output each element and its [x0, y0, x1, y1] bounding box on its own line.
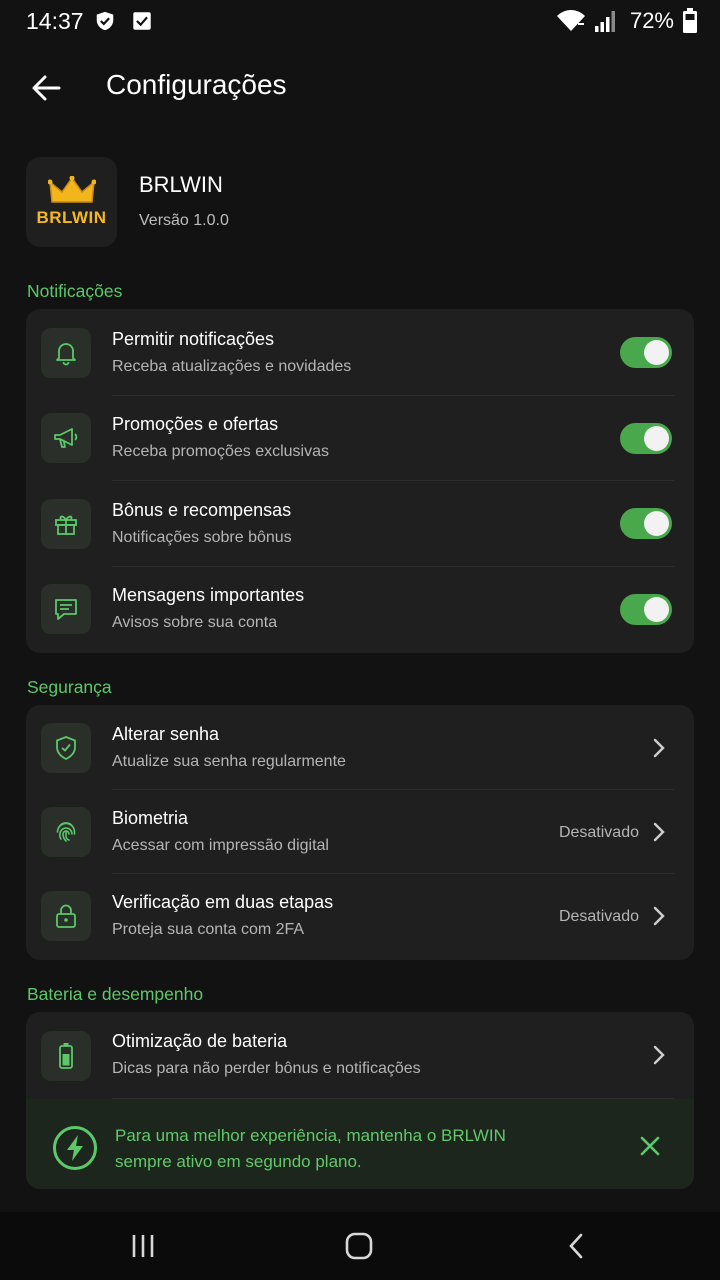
battery-card: Otimização de bateria Dicas para não per…	[26, 1012, 694, 1189]
shield-icon	[41, 723, 91, 773]
security-card: Alterar senha Atualize sua senha regular…	[26, 705, 694, 960]
chevron-right-icon	[650, 1043, 668, 1067]
chevron-right-icon	[650, 904, 668, 928]
section-notifications-label: Notificações	[27, 281, 123, 301]
background-tip-banner: Para uma melhor experiência, mantenha o …	[26, 1099, 694, 1189]
row-title: Bônus e recompensas	[112, 500, 292, 520]
row-title: Biometria	[112, 808, 189, 828]
allow-notifications-toggle[interactable]	[620, 337, 672, 368]
notification-row-messages[interactable]: Mensagens importantes Avisos sobre sua c…	[26, 566, 694, 652]
biometrics-status: Desativado	[558, 824, 639, 841]
row-subtitle: Proteja sua conta com 2FA	[112, 921, 305, 938]
toggle-knob	[644, 426, 669, 451]
crown-icon	[47, 176, 96, 203]
toggle-knob	[644, 340, 669, 365]
row-subtitle: Notificações sobre bônus	[112, 529, 292, 546]
close-icon[interactable]	[639, 1135, 661, 1157]
security-row-biometrics[interactable]: Biometria Acessar com impressão digital …	[26, 789, 694, 873]
row-title: Verificação em duas etapas	[112, 892, 334, 912]
back-button[interactable]	[26, 68, 66, 108]
page-title: Configurações	[106, 69, 287, 100]
notification-row-bonus[interactable]: Bônus e recompensas Notificações sobre b…	[26, 480, 694, 566]
arrow-left-icon	[32, 75, 61, 101]
battery-icon	[683, 8, 697, 33]
row-title: Mensagens importantes	[112, 585, 305, 605]
recents-button[interactable]	[123, 1230, 163, 1262]
toggle-knob	[644, 511, 669, 536]
app-version: Versão 1.0.0	[139, 212, 229, 229]
nav-back-button[interactable]	[556, 1230, 596, 1262]
promotions-toggle[interactable]	[620, 423, 672, 454]
row-subtitle: Acessar com impressão digital	[112, 837, 329, 854]
bell-icon	[41, 328, 91, 378]
row-subtitle: Receba atualizações e novidades	[112, 358, 352, 375]
toggle-knob	[644, 597, 669, 622]
notification-row-promotions[interactable]: Promoções e ofertas Receba promoções exc…	[26, 395, 694, 481]
recents-icon	[132, 1235, 154, 1257]
security-row-change-password[interactable]: Alterar senha Atualize sua senha regular…	[26, 705, 694, 789]
row-title: Permitir notificações	[112, 329, 275, 349]
lightning-icon	[53, 1126, 97, 1170]
fingerprint-icon	[41, 807, 91, 857]
checkbox-icon	[133, 12, 151, 30]
row-subtitle: Atualize sua senha regularmente	[112, 753, 346, 770]
lock-icon	[41, 891, 91, 941]
row-subtitle: Receba promoções exclusivas	[112, 443, 329, 460]
battery-percent: 72%	[629, 8, 674, 33]
signal-icon	[594, 11, 615, 32]
home-button[interactable]	[339, 1230, 379, 1262]
app-name: BRLWIN	[139, 172, 223, 197]
message-icon	[41, 584, 91, 634]
messages-toggle[interactable]	[620, 594, 672, 625]
top-app-bar: Configurações	[0, 56, 720, 120]
row-title: Promoções e ofertas	[112, 414, 279, 434]
row-title: Alterar senha	[112, 724, 220, 744]
tip-text: Para uma melhor experiência, mantenha o …	[115, 1126, 506, 1171]
row-title: Otimização de bateria	[112, 1031, 288, 1051]
two-factor-status: Desativado	[558, 908, 639, 925]
battery-icon	[41, 1031, 91, 1081]
shield-check-icon	[96, 11, 114, 31]
row-subtitle: Dicas para não perder bônus e notificaçõ…	[112, 1060, 421, 1077]
section-security-label: Segurança	[27, 677, 112, 697]
wifi-icon	[556, 10, 585, 31]
chevron-right-icon	[650, 820, 668, 844]
megaphone-icon	[41, 413, 91, 463]
logo-text: BRLWIN	[36, 208, 107, 227]
battery-row-optimization[interactable]: Otimização de bateria Dicas para não per…	[26, 1012, 694, 1098]
status-time: 14:37	[26, 8, 84, 34]
back-icon	[569, 1233, 583, 1259]
section-battery-label: Bateria e desempenho	[27, 984, 204, 1004]
home-icon	[345, 1232, 373, 1260]
system-nav-bar	[0, 1212, 720, 1280]
chevron-right-icon	[650, 736, 668, 760]
app-logo: BRLWIN	[26, 157, 117, 247]
notifications-card: Permitir notificações Receba atualizaçõe…	[26, 309, 694, 653]
status-bar: 14:37 72%	[0, 0, 720, 44]
notification-row-allow[interactable]: Permitir notificações Receba atualizaçõe…	[26, 309, 694, 395]
bonus-toggle[interactable]	[620, 508, 672, 539]
security-row-two-factor[interactable]: Verificação em duas etapas Proteja sua c…	[26, 873, 694, 959]
gift-icon	[41, 499, 91, 549]
row-subtitle: Avisos sobre sua conta	[112, 614, 278, 631]
